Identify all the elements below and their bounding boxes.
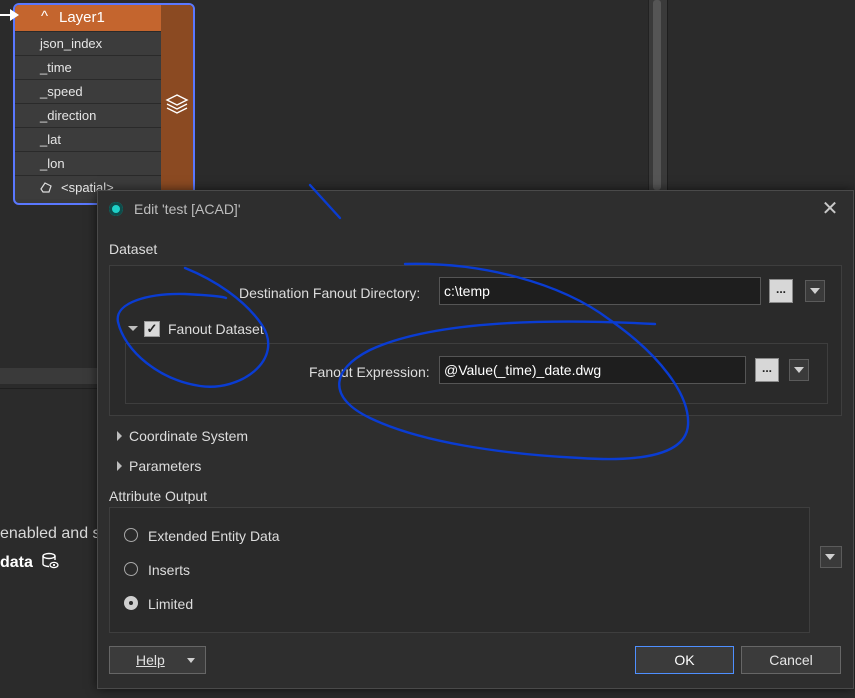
attribute-row[interactable]: _lon xyxy=(15,151,161,175)
ok-button[interactable]: OK xyxy=(635,646,734,674)
option-label[interactable]: Limited xyxy=(148,596,193,612)
database-view-icon[interactable] xyxy=(41,552,60,575)
section-parameters[interactable]: Parameters xyxy=(129,458,201,474)
section-attribute-output: Attribute Output xyxy=(109,488,208,504)
collapse-caret-icon[interactable]: ^ xyxy=(41,8,48,25)
close-icon[interactable]: ✕ xyxy=(820,199,840,219)
destination-label: Destination Fanout Directory: xyxy=(239,285,421,301)
attribute-output-group xyxy=(109,507,810,633)
fanout-expression-label: Fanout Expression: xyxy=(309,364,430,380)
attribute-row[interactable]: _direction xyxy=(15,103,161,127)
geometry-icon xyxy=(40,182,52,193)
cancel-button[interactable]: Cancel xyxy=(741,646,841,674)
expression-dropdown-button[interactable] xyxy=(789,359,809,381)
fanout-dataset-checkbox[interactable]: ✓ xyxy=(144,321,160,337)
panel-heading-label: data xyxy=(0,554,33,571)
destination-dropdown-button[interactable] xyxy=(805,280,825,302)
attribute-row[interactable]: _lat xyxy=(15,127,161,151)
attribute-row[interactable]: _time xyxy=(15,55,161,79)
dialog-titlebar[interactable]: Edit 'test [ACAD]' ✕ xyxy=(98,191,853,227)
browse-expression-button[interactable]: ... xyxy=(755,358,779,382)
destination-directory-field[interactable]: c:\temp xyxy=(439,277,761,305)
chevron-down-icon[interactable] xyxy=(187,658,195,663)
expand-parameters-icon[interactable] xyxy=(117,461,122,471)
expand-coordinate-icon[interactable] xyxy=(117,431,122,441)
fanout-dataset-label[interactable]: Fanout Dataset xyxy=(168,321,264,337)
node-side-bar xyxy=(161,5,193,203)
attribute-output-dropdown-button[interactable] xyxy=(820,546,842,568)
panel-text-partial: enabled and s xyxy=(0,525,101,542)
collapse-fanout-icon[interactable] xyxy=(128,326,138,331)
radio-inserts[interactable] xyxy=(124,562,138,576)
lower-panel xyxy=(0,388,98,698)
input-port-arrow-icon xyxy=(10,9,19,21)
option-label[interactable]: Inserts xyxy=(148,562,190,578)
attribute-row[interactable]: _speed xyxy=(15,79,161,103)
help-button[interactable]: Help xyxy=(109,646,206,674)
radio-limited[interactable] xyxy=(124,596,138,610)
node-title: Layer1 xyxy=(59,9,105,26)
radio-extended-entity-data[interactable] xyxy=(124,528,138,542)
node-header[interactable]: ^ Layer1 xyxy=(15,5,161,31)
option-label[interactable]: Extended Entity Data xyxy=(148,528,280,544)
browse-destination-button[interactable]: ... xyxy=(769,279,793,303)
dialog-title: Edit 'test [ACAD]' xyxy=(134,201,241,217)
layers-icon xyxy=(165,94,189,114)
fanout-expression-field[interactable]: @Value(_time)_date.dwg xyxy=(439,356,746,384)
panel-heading-partial: data xyxy=(0,552,60,575)
app-logo-icon xyxy=(109,202,123,216)
help-label: Help xyxy=(136,652,165,668)
horizontal-scrollbar[interactable] xyxy=(0,368,98,384)
edit-writer-dialog: Edit 'test [ACAD]' ✕ Dataset Destination… xyxy=(97,190,854,689)
section-coordinate-system[interactable]: Coordinate System xyxy=(129,428,248,444)
scrollbar-thumb[interactable] xyxy=(653,0,661,190)
section-heading-dataset: Dataset xyxy=(109,241,158,257)
feature-type-node[interactable]: ^ Layer1 json_index _time _speed _direct… xyxy=(13,3,195,205)
attribute-row[interactable]: json_index xyxy=(15,31,161,55)
